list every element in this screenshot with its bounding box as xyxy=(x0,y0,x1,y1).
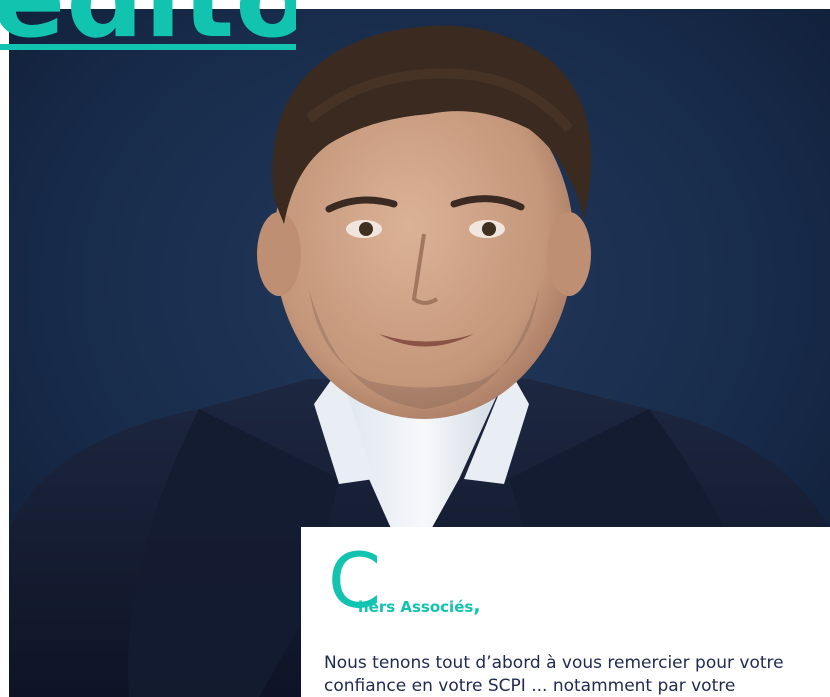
salutation-comma: , xyxy=(473,595,481,617)
letter-card: C hers Associés, Nous tenons tout d’abor… xyxy=(301,527,830,697)
salutation-rest: hers Associés xyxy=(358,598,474,616)
letter-body-line-2: confiance en votre SCPI ... notamment pa… xyxy=(324,676,736,696)
edito-page: edito C hers Associés, Nous tenons tout … xyxy=(0,0,830,697)
salutation-text: hers Associés, xyxy=(358,595,481,617)
letter-body-line-1: Nous tenons tout d’abord à vous remercie… xyxy=(324,653,784,673)
letter-body: Nous tenons tout d’abord à vous remercie… xyxy=(324,652,824,697)
title-underline xyxy=(0,44,296,50)
edito-title-band: edito xyxy=(0,0,296,52)
